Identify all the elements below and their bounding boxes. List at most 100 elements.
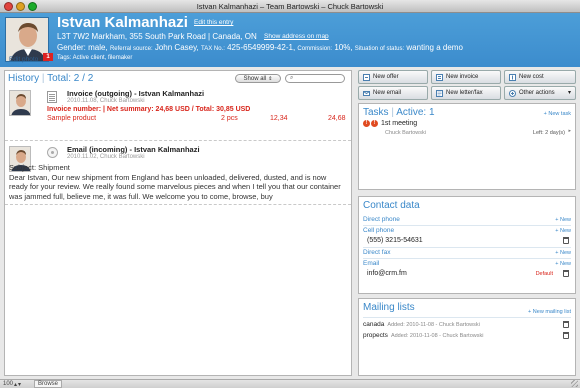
- history-heading: History | Total: 2 / 2: [8, 73, 93, 84]
- mailing-list-name: canada: [363, 321, 385, 328]
- history-search-input[interactable]: ⌕: [285, 74, 345, 83]
- history-total: Total: 2 / 2: [47, 73, 94, 84]
- cost-icon: [509, 74, 516, 81]
- trash-icon[interactable]: [563, 237, 569, 244]
- add-cell-phone-link[interactable]: + New: [555, 228, 571, 234]
- history-filter-select[interactable]: Show all ⇕: [235, 74, 281, 83]
- referral-label: Referral source:: [109, 46, 153, 52]
- new-task-link[interactable]: + New task: [544, 111, 571, 117]
- history-filter-label: Show all: [243, 76, 267, 82]
- situation-label: Situation of status:: [354, 46, 405, 52]
- mailing-lists-box: Mailing lists + New mailing list canada A…: [358, 298, 576, 376]
- tax-value: 425-6549999-42-1,: [227, 43, 296, 52]
- email-default-badge: Default: [535, 271, 553, 277]
- new-offer-button[interactable]: New offer: [358, 70, 428, 84]
- new-letter-fax-button[interactable]: New letter/fax: [431, 86, 501, 100]
- new-mailing-list-link[interactable]: + New mailing list: [528, 309, 571, 315]
- task-expand-icon[interactable]: ▸: [568, 128, 571, 134]
- chevron-updown-icon: ⇕: [268, 76, 273, 82]
- add-direct-phone-link[interactable]: + New: [555, 217, 571, 223]
- button-label: New invoice: [446, 74, 479, 80]
- show-map-link[interactable]: Show address on map: [264, 33, 329, 40]
- divider: [363, 247, 571, 248]
- email-status-icon: [47, 147, 58, 158]
- button-label: Other actions: [519, 90, 555, 96]
- window-title: Istvan Kalmanhazi – Team Bartowski – Chu…: [196, 2, 384, 11]
- email-preview: Subject: Shipment Dear Istvan, Our new s…: [9, 163, 347, 201]
- contact-address: L3T 7W2 Markham, 355 South Park Road | C…: [57, 32, 257, 41]
- add-email-link[interactable]: + New: [555, 261, 571, 267]
- new-cost-button[interactable]: New cost: [504, 70, 576, 84]
- other-actions-icon: [509, 90, 516, 97]
- offer-icon: [363, 74, 370, 81]
- resize-grip-icon[interactable]: [571, 380, 578, 387]
- email-body-text: Our new shipment from England has been u…: [9, 172, 341, 201]
- cell-phone-label: Cell phone: [363, 227, 395, 234]
- history-item-email[interactable]: Email (incoming) - Istvan Kalmanhazi 201…: [5, 143, 351, 205]
- other-actions-button[interactable]: Other actions ▾: [504, 86, 576, 100]
- trash-icon[interactable]: [563, 321, 569, 328]
- add-direct-fax-link[interactable]: + New: [555, 250, 571, 256]
- direct-fax-label: Direct fax: [363, 249, 391, 256]
- contact-data-box: Contact data Direct phone + New Cell pho…: [358, 196, 576, 294]
- mailing-lists-title: Mailing lists: [363, 302, 415, 313]
- chevron-down-icon: ▾: [567, 90, 571, 96]
- mailing-list-added: Added: 2010-11-08 - Chuck Bartowski: [387, 322, 480, 328]
- mode-indicator[interactable]: Browse: [34, 380, 63, 388]
- edit-photo-link[interactable]: Edit photo: [9, 56, 38, 63]
- trash-icon[interactable]: [563, 332, 569, 339]
- new-invoice-button[interactable]: New invoice: [431, 70, 501, 84]
- history-item-date: 2010.11.02, Chuck Bartowski: [67, 154, 145, 160]
- zoom-level[interactable]: 100: [3, 381, 13, 387]
- mailing-list-name: propects: [363, 332, 388, 339]
- trash-icon[interactable]: [563, 270, 569, 277]
- contact-data-title: Contact data: [363, 200, 420, 211]
- line-item-price: 12,34: [270, 115, 288, 122]
- email-icon: [363, 91, 370, 96]
- divider: [363, 225, 571, 226]
- commission-label: Commission:: [297, 46, 333, 52]
- invoice-icon: [436, 74, 443, 81]
- history-item-invoice[interactable]: Invoice (outgoing) - Istvan Kalmanhazi 2…: [5, 87, 351, 141]
- alert-icon: !: [371, 120, 378, 127]
- window-titlebar: Istvan Kalmanhazi – Team Bartowski – Chu…: [0, 0, 580, 13]
- history-title: History: [8, 73, 40, 84]
- button-label: New email: [373, 90, 402, 96]
- task-title: 1st meeting: [381, 120, 418, 127]
- history-separator: |: [41, 73, 45, 84]
- tasks-box: Tasks | Active: 1 + New task ! ! 1st mee…: [358, 103, 576, 190]
- line-item-quantity: 2 pcs: [221, 115, 238, 122]
- button-label: New letter/fax: [446, 90, 483, 96]
- email-value[interactable]: info@crm.fm: [367, 270, 407, 277]
- email-subject: Subject: Shipment: [9, 163, 70, 172]
- contact-name: Istvan Kalmanhazi: [57, 14, 188, 31]
- direct-phone-label: Direct phone: [363, 216, 400, 223]
- tasks-active-count: Active: 1: [396, 107, 435, 118]
- contact-tags: Tags: Active client, filemaker: [57, 55, 133, 61]
- history-item-date: 2010.11.08, Chuck Bartowski: [67, 98, 145, 104]
- line-item-product: Sample product: [47, 115, 97, 122]
- contact-header: 1 Istvan Kalmanhazi Edit this entry L3T …: [0, 13, 580, 67]
- edit-entry-link[interactable]: Edit this entry: [194, 19, 233, 26]
- divider: [363, 258, 571, 259]
- avatar: [9, 90, 31, 116]
- tasks-heading: Tasks | Active: 1: [363, 107, 435, 118]
- letter-icon: [436, 90, 443, 97]
- person-avatar-icon: [10, 91, 30, 115]
- tasks-separator: |: [391, 107, 394, 118]
- task-time-left: Left: 2 day(s): [532, 130, 565, 136]
- email-greeting: Dear Istvan,: [9, 172, 50, 182]
- tax-label: TAX No.:: [200, 46, 225, 52]
- history-item-title: Invoice (outgoing) - Istvan Kalmanhazi: [67, 89, 205, 98]
- task-owner: Chuck Bartowski: [385, 130, 426, 136]
- zoom-controls-icon[interactable]: ▴▾: [14, 381, 22, 388]
- mailing-list-item[interactable]: canada Added: 2010-11-08 - Chuck Bartowsk…: [363, 321, 571, 328]
- email-label: Email: [363, 260, 380, 267]
- button-label: New offer: [373, 74, 399, 80]
- invoice-summary: Invoice number: | Net summary: 24,68 USD…: [47, 106, 250, 113]
- cell-phone-value[interactable]: (555) 3215-54631: [367, 237, 423, 244]
- new-email-button[interactable]: New email: [358, 86, 428, 100]
- divider: [363, 317, 571, 318]
- contact-meta: Gender: male, Referral source: John Case…: [57, 43, 463, 52]
- mailing-list-item[interactable]: propects Added: 2010-11-08 - Chuck Bartow…: [363, 332, 571, 339]
